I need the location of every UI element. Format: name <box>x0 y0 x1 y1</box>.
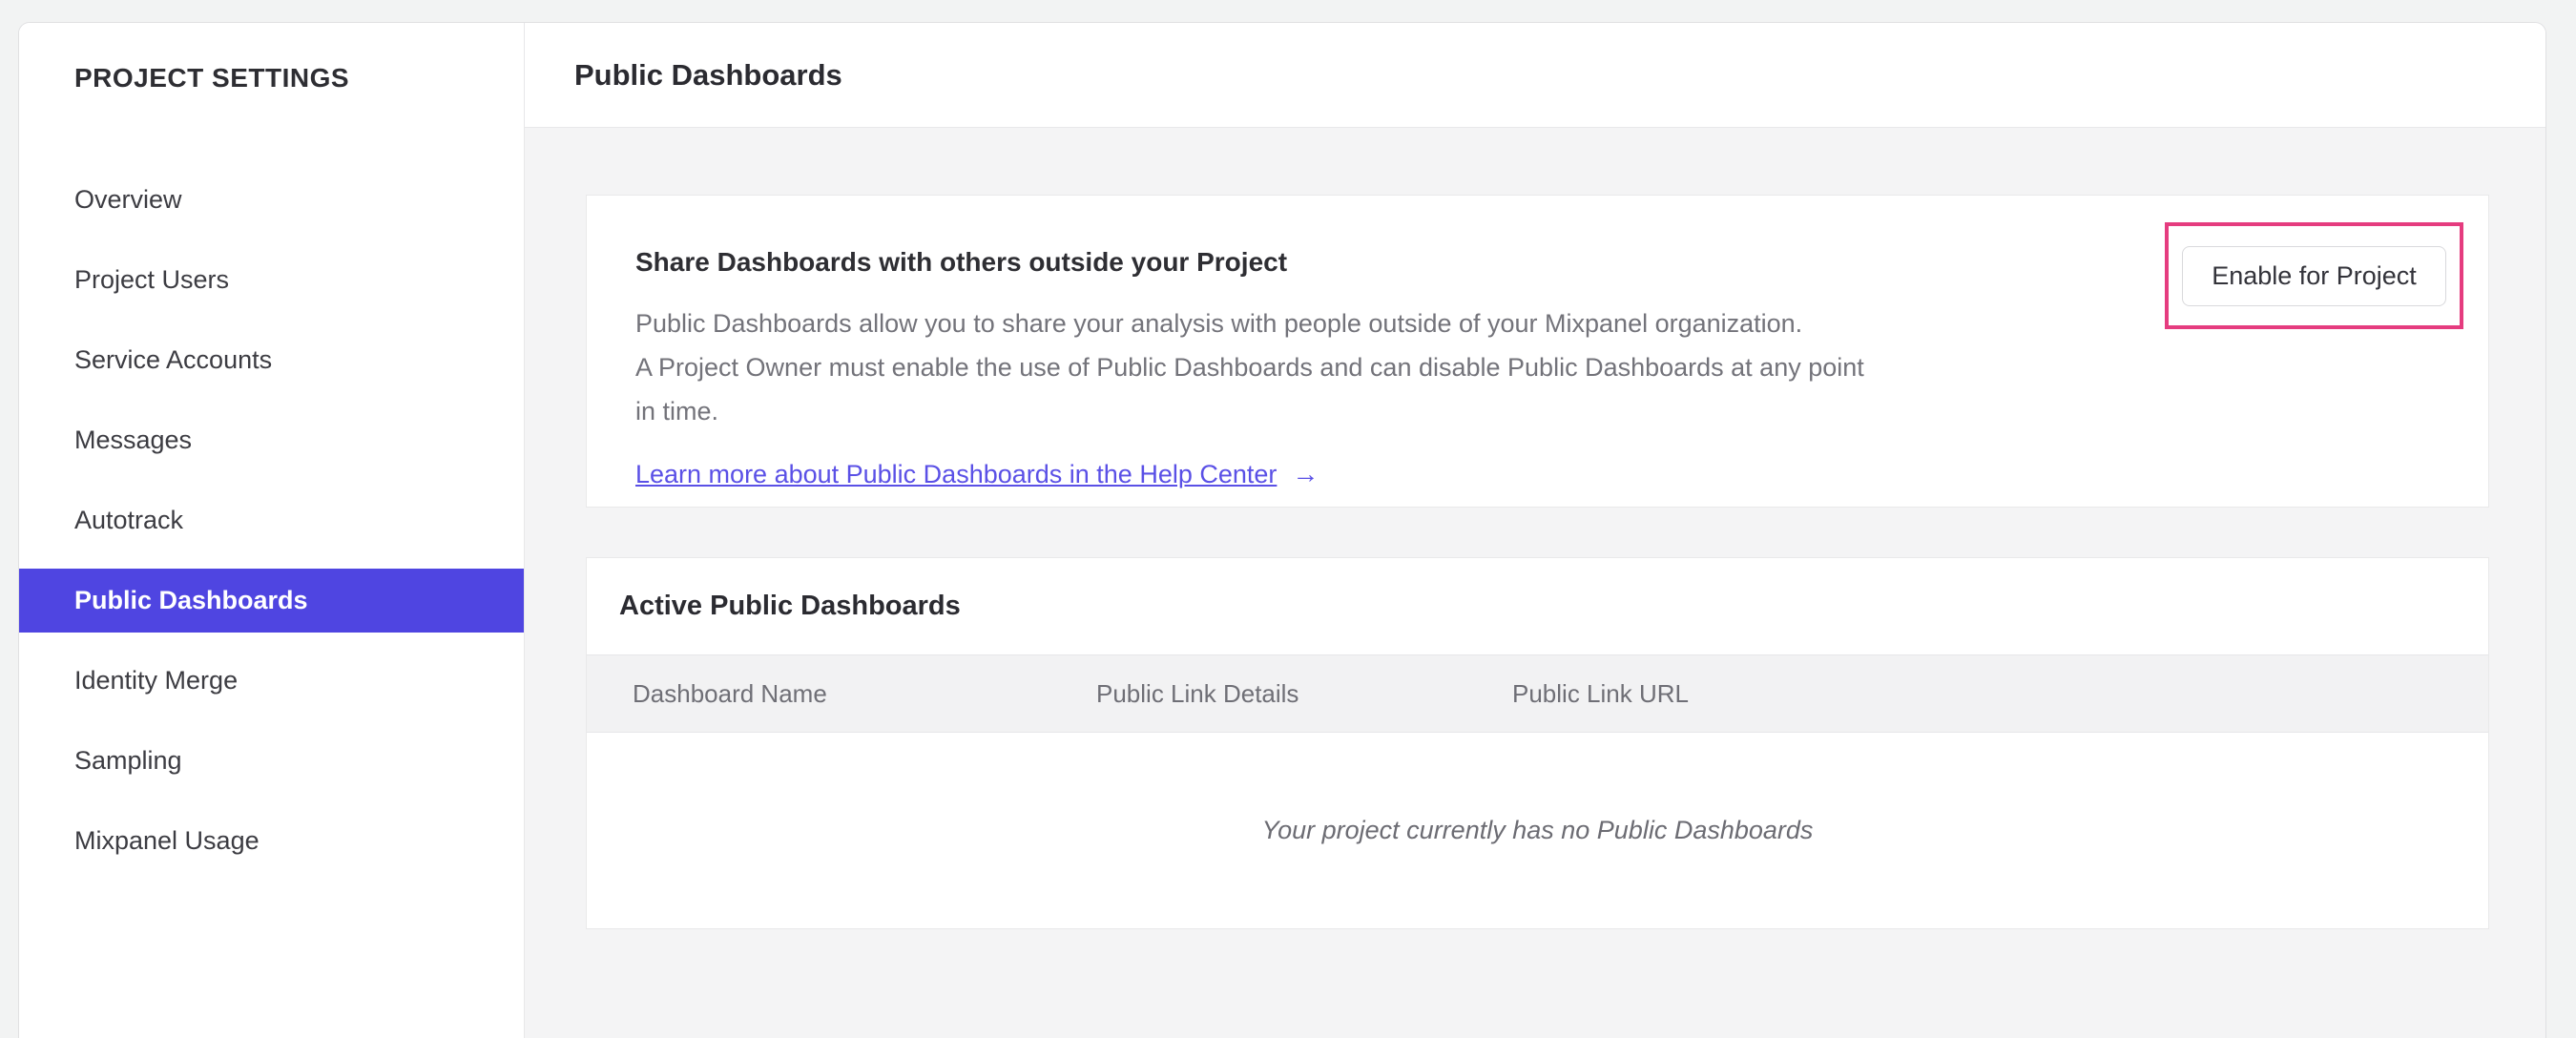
active-card-title-row: Active Public Dashboards <box>587 558 2488 654</box>
enable-for-project-button[interactable]: Enable for Project <box>2182 245 2446 306</box>
highlight-annotation-box: Enable for Project <box>2165 222 2463 329</box>
help-center-link[interactable]: Learn more about Public Dashboards in th… <box>635 460 1277 489</box>
sidebar-item-identity-merge[interactable]: Identity Merge <box>19 649 524 713</box>
main-area: Public Dashboards Share Dashboards with … <box>525 23 2545 1038</box>
sidebar-item-overview[interactable]: Overview <box>19 168 524 232</box>
empty-state-message: Your project currently has no Public Das… <box>1261 816 1814 844</box>
sidebar-item-public-dashboards[interactable]: Public Dashboards <box>19 569 524 633</box>
sidebar-item-project-users[interactable]: Project Users <box>19 248 524 312</box>
empty-state-row: Your project currently has no Public Das… <box>587 733 2488 928</box>
page-title: Public Dashboards <box>574 57 842 92</box>
column-header-public-link-details: Public Link Details <box>1096 678 1299 708</box>
sidebar-item-messages[interactable]: Messages <box>19 408 524 472</box>
column-header-dashboard-name: Dashboard Name <box>633 678 827 708</box>
arrow-right-icon: → <box>1292 459 1319 488</box>
dashboards-table-header: Dashboard Name Public Link Details Publi… <box>587 654 2488 733</box>
page-header: Public Dashboards <box>525 23 2545 128</box>
sidebar-item-sampling[interactable]: Sampling <box>19 729 524 793</box>
sidebar-item-mixpanel-usage[interactable]: Mixpanel Usage <box>19 809 524 873</box>
help-center-link-row: Learn more about Public Dashboards in th… <box>635 459 2488 489</box>
project-settings-panel: PROJECT SETTINGS Overview Project Users Se… <box>18 22 2546 1038</box>
active-card-title: Active Public Dashboards <box>619 591 961 621</box>
share-dashboards-card: Share Dashboards with others outside you… <box>586 195 2489 508</box>
settings-nav: Overview Project Users Service Accounts Mes… <box>19 168 524 873</box>
sidebar-item-service-accounts[interactable]: Service Accounts <box>19 328 524 392</box>
column-header-public-link-url: Public Link URL <box>1512 678 1689 708</box>
sidebar-item-autotrack[interactable]: Autotrack <box>19 488 524 552</box>
sidebar-title: PROJECT SETTINGS <box>74 63 350 93</box>
description-line: A Project Owner must enable the use of P… <box>635 353 1864 382</box>
active-dashboards-card: Active Public Dashboards Dashboard Name … <box>586 557 2489 929</box>
settings-sidebar: PROJECT SETTINGS Overview Project Users Se… <box>19 23 525 1038</box>
page-body: Share Dashboards with others outside you… <box>525 128 2545 1038</box>
description-line: in time. <box>635 397 719 426</box>
